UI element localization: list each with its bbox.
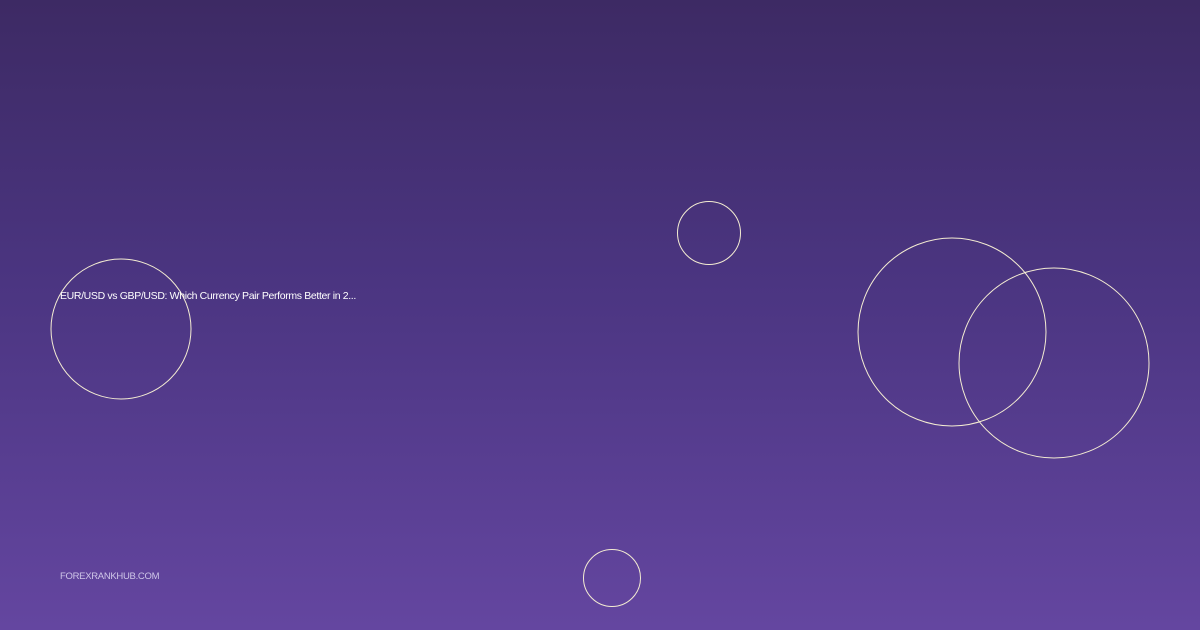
decor-circle-right-a — [857, 237, 1047, 427]
decor-circle-right-b — [958, 267, 1150, 459]
article-title: EUR/USD vs GBP/USD: Which Currency Pair … — [60, 290, 356, 302]
decorative-circles — [50, 201, 1150, 607]
decor-circle-bottom-small — [583, 549, 641, 607]
decor-circle-left — [50, 258, 192, 400]
site-domain: FOREXRANKHUB.COM — [60, 571, 160, 582]
decor-circle-top-small — [677, 201, 741, 265]
